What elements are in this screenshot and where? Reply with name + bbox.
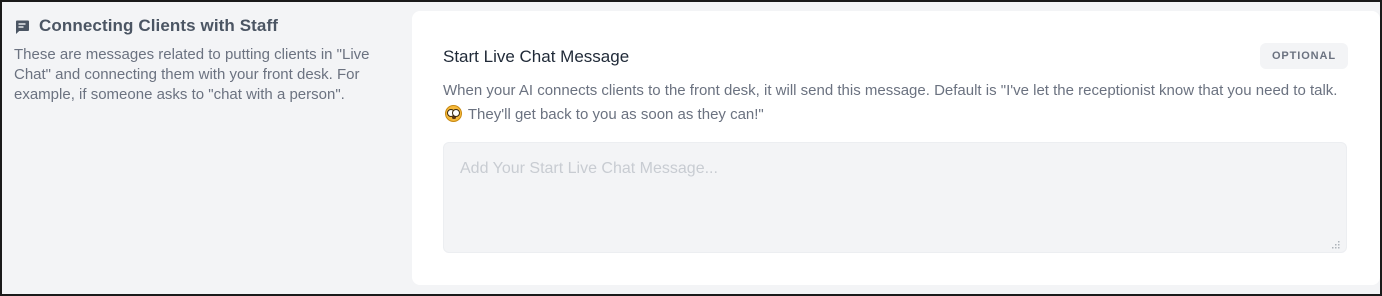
settings-frame: Connecting Clients with Staff These are … <box>0 0 1382 296</box>
section-header: Connecting Clients with Staff <box>14 16 394 36</box>
section-description: These are messages related to putting cl… <box>14 46 370 103</box>
field-description: When your AI connects clients to the fro… <box>443 79 1353 127</box>
field-description-text-start: When your AI connects clients to the fro… <box>443 82 1338 99</box>
section-title: Connecting Clients with Staff <box>39 16 279 35</box>
field-description-text-end: They'll get back to you as soon as they … <box>464 106 764 123</box>
chat-icon <box>16 20 29 34</box>
face-with-open-mouth-icon <box>445 105 462 122</box>
section-info-panel: Connecting Clients with Staff These are … <box>14 16 394 105</box>
field-title: Start Live Chat Message <box>443 47 630 66</box>
optional-badge: OPTIONAL <box>1259 43 1348 69</box>
live-chat-message-card: Start Live Chat Message OPTIONAL When yo… <box>412 11 1380 285</box>
field-header: Start Live Chat Message OPTIONAL <box>443 43 1348 69</box>
resize-handle-icon[interactable] <box>1330 239 1340 249</box>
start-live-chat-message-input[interactable] <box>443 142 1347 253</box>
